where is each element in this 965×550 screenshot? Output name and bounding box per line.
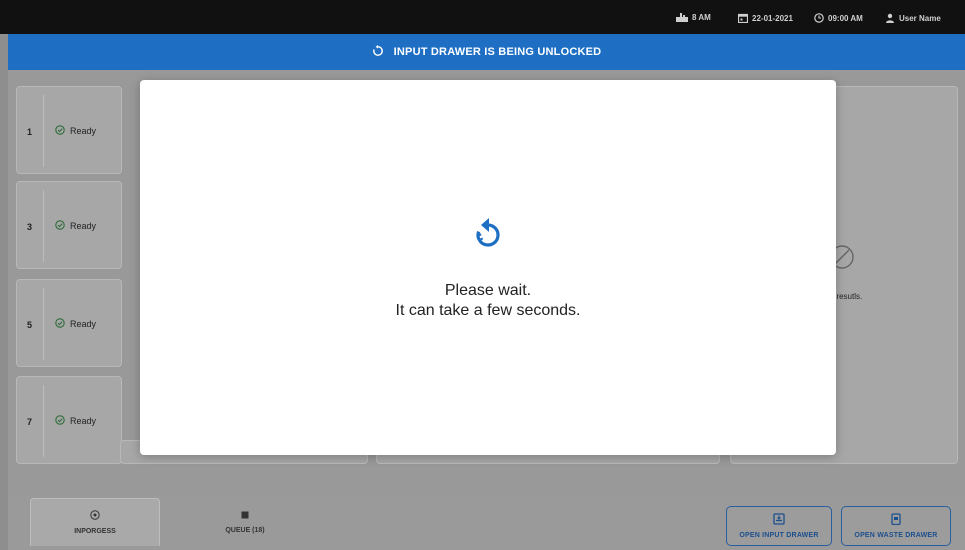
check-circle-icon <box>55 220 65 232</box>
input-drawer-icon <box>773 513 785 527</box>
banner-text: INPUT DRAWER IS BEING UNLOCKED <box>393 46 602 58</box>
slot-card: 7 Ready <box>16 376 122 464</box>
slot-status-label: Ready <box>70 221 97 231</box>
slot-status-label: Ready <box>70 319 97 329</box>
slot-status-label: Ready <box>70 416 97 426</box>
slot-card: 5 Ready <box>16 279 122 367</box>
open-waste-drawer-label: OPEN WASTE DRAWER <box>854 532 938 539</box>
slot-number: 7 <box>27 417 33 427</box>
check-circle-icon <box>55 125 65 137</box>
modal-message-line2: It can take a few seconds. <box>395 302 581 319</box>
loading-icon <box>372 44 384 60</box>
date-indicator: 22-01-2021 <box>738 13 793 23</box>
date-value: 22-01-2021 <box>752 13 793 23</box>
time-indicator: 09:00 AM <box>814 13 863 23</box>
clock-icon <box>814 13 824 23</box>
slot-divider <box>43 385 44 457</box>
check-circle-icon <box>55 415 65 427</box>
slot-divider <box>43 95 44 167</box>
open-input-drawer-button[interactable]: OPEN INPUT DRAWER <box>726 506 832 546</box>
temperature-indicator: 8 AM <box>676 13 711 22</box>
slot-card: 1 Ready <box>16 86 122 174</box>
slot-status-label: Ready <box>70 126 97 136</box>
slot-divider <box>43 190 44 262</box>
slot-number: 5 <box>27 320 33 330</box>
slot-status: Ready <box>55 318 96 330</box>
slot-status: Ready <box>55 415 96 427</box>
tab-queue[interactable]: QUEUE (18) <box>180 498 310 546</box>
user-indicator[interactable]: User Name <box>885 13 941 23</box>
time-value: 09:00 AM <box>828 13 863 23</box>
loading-icon <box>473 217 503 254</box>
open-waste-drawer-button[interactable]: OPEN WASTE DRAWER <box>841 506 951 546</box>
slot-status: Ready <box>55 125 96 137</box>
slot-card: 3 Ready <box>16 181 122 269</box>
modal-message-line1: Please wait. <box>444 282 532 299</box>
slot-number: 1 <box>27 127 33 137</box>
check-circle-icon <box>55 318 65 330</box>
target-icon <box>90 510 100 522</box>
user-name: User Name <box>899 13 941 23</box>
calendar-icon <box>738 13 748 23</box>
unlock-banner: INPUT DRAWER IS BEING UNLOCKED <box>8 34 965 70</box>
tab-inprogress[interactable]: INPORGESS <box>30 498 160 546</box>
tab-label: QUEUE (18) <box>225 526 265 534</box>
please-wait-modal: Please wait. It can take a few seconds. <box>140 80 836 455</box>
top-status-bar: 8 AM 22-01-2021 09:00 AM User Name <box>0 0 965 34</box>
square-icon <box>241 511 249 521</box>
waste-bin-icon <box>891 513 901 527</box>
slot-status: Ready <box>55 220 96 232</box>
tab-label: INPORGESS <box>74 528 116 535</box>
slot-number: 3 <box>27 222 33 232</box>
temperature-value: 8 AM <box>692 13 711 22</box>
thermometer-icon <box>676 13 688 22</box>
open-input-drawer-label: OPEN INPUT DRAWER <box>739 532 819 539</box>
slot-divider <box>43 288 44 360</box>
user-icon <box>885 13 895 23</box>
